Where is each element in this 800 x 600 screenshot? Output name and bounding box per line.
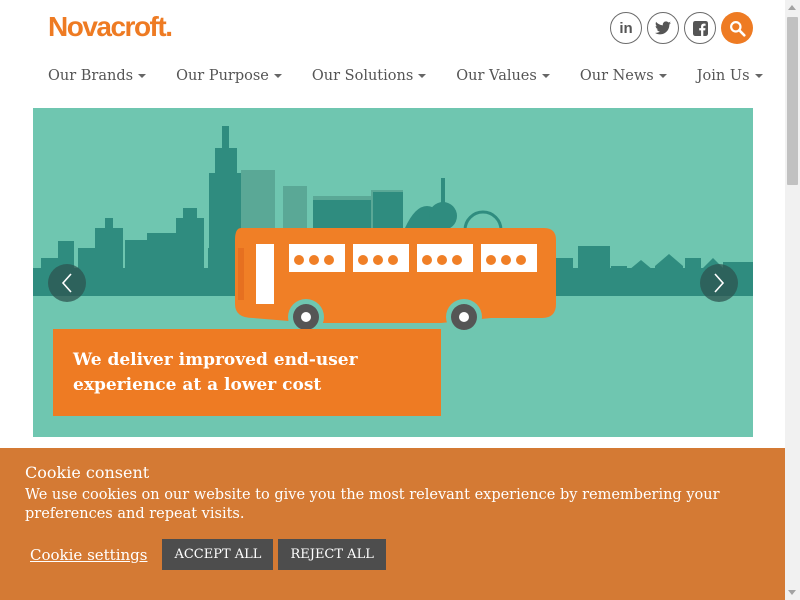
nav-label: Our Purpose	[176, 68, 269, 84]
linkedin-icon: in	[619, 19, 633, 37]
scroll-down-arrow-icon[interactable]	[788, 590, 796, 595]
page-scrollbar[interactable]	[785, 0, 800, 600]
scroll-up-arrow-icon[interactable]	[788, 5, 796, 10]
scroll-thumb[interactable]	[787, 17, 798, 185]
nav-label: Our Values	[456, 68, 537, 84]
nav-item-our-purpose[interactable]: Our Purpose	[176, 68, 282, 84]
caret-down-icon	[138, 74, 147, 78]
nav-label: Our Solutions	[311, 68, 414, 84]
nav-item-our-news[interactable]: Our News	[580, 68, 667, 84]
cookie-title: Cookie consent	[25, 463, 150, 482]
nav-label: Our Brands	[48, 68, 134, 84]
chevron-left-icon	[61, 273, 72, 293]
caret-down-icon	[754, 74, 763, 78]
nav-item-join-us[interactable]: Join Us	[697, 68, 763, 84]
cookie-text: We use cookies on our website to give yo…	[25, 487, 720, 522]
nav-item-our-solutions[interactable]: Our Solutions	[311, 68, 427, 84]
caret-down-icon	[273, 74, 282, 78]
nav-label: Our News	[579, 68, 654, 84]
facebook-button[interactable]	[684, 12, 716, 44]
social-links: in	[610, 12, 753, 44]
nav-item-our-values[interactable]: Our Values	[456, 68, 550, 84]
linkedin-button[interactable]: in	[610, 12, 642, 44]
hero-caption: We deliver improved end-user experience …	[53, 329, 441, 416]
search-button[interactable]	[721, 12, 753, 44]
cookie-consent-banner: Cookie consent We use cookies on our web…	[0, 448, 785, 600]
nav-label: Join Us	[696, 68, 750, 84]
cookie-settings-link[interactable]: Cookie settings	[30, 546, 147, 564]
search-icon	[729, 20, 746, 37]
accept-all-button[interactable]: ACCEPT ALL	[162, 539, 274, 570]
nav-item-our-brands[interactable]: Our Brands	[48, 68, 147, 84]
slider-next-button[interactable]	[700, 264, 738, 302]
slider-prev-button[interactable]	[48, 264, 86, 302]
twitter-button[interactable]	[647, 12, 679, 44]
cookie-actions: Cookie settings ACCEPT ALL REJECT ALL	[25, 539, 391, 570]
facebook-icon	[692, 20, 708, 36]
main-nav: Our Brands Our Purpose Our Solutions Our…	[48, 68, 793, 84]
caret-down-icon	[418, 74, 427, 78]
reject-all-button[interactable]: REJECT ALL	[278, 539, 386, 570]
twitter-icon	[655, 21, 671, 35]
brand-logo[interactable]: Novacroft.	[48, 11, 173, 43]
caret-down-icon	[658, 74, 667, 78]
hero-slider: We deliver improved end-user experience …	[33, 108, 753, 437]
caret-down-icon	[541, 74, 550, 78]
chevron-right-icon	[714, 273, 725, 293]
